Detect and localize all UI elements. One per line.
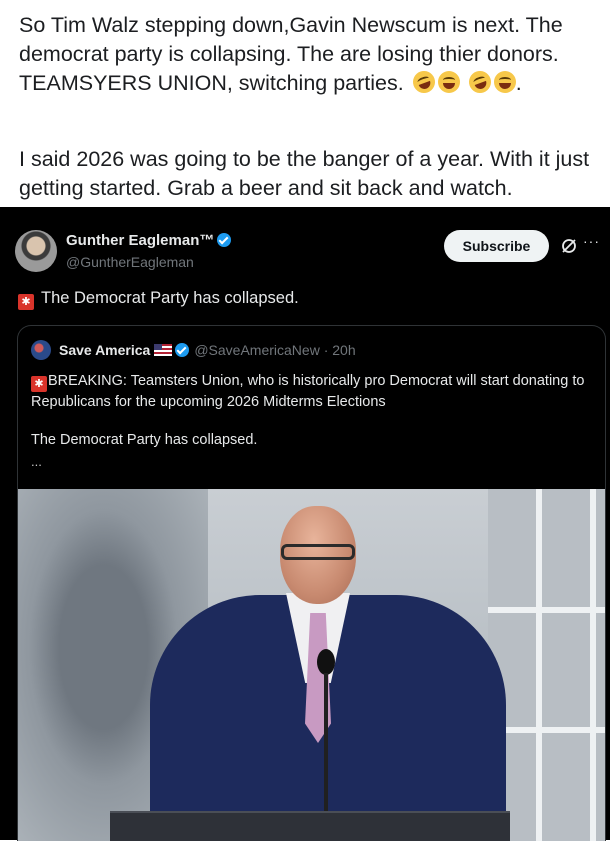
quote-text: ✱ BREAKING: Teamsters Union, who is histo…: [31, 371, 591, 413]
rofl-emoji-icon: [409, 67, 438, 97]
author-name-text: Gunther Eagleman™: [66, 232, 215, 249]
photo-window-bar: [488, 607, 605, 613]
facebook-post: So Tim Walz stepping down,Gavin Newscum …: [0, 0, 610, 207]
quote-text-content: BREAKING: Teamsters Union, who is histor…: [31, 373, 585, 410]
verified-badge-icon: [175, 343, 190, 357]
quote-author-avatar[interactable]: [31, 340, 51, 360]
subscribe-button[interactable]: Subscribe: [444, 230, 549, 262]
quote-author-name[interactable]: Save America: [59, 342, 150, 358]
tweet-text-content: The Democrat Party has collapsed.: [41, 289, 299, 307]
microphone-icon: [317, 649, 335, 675]
author-name[interactable]: Gunther Eagleman™: [66, 232, 232, 249]
us-flag-icon: [154, 344, 173, 356]
rotating-light-icon: ✱: [31, 376, 47, 392]
post-text-1-tail: .: [515, 71, 522, 95]
tweet-text: ✱ The Democrat Party has collapsed.: [18, 289, 299, 310]
speaker-glasses: [281, 544, 355, 560]
quote-author-handle[interactable]: @SaveAmericaNew · 20h: [194, 342, 355, 358]
verified-badge-icon: [217, 233, 232, 247]
tears-of-joy-emoji-icon: [437, 71, 460, 93]
tweet-screenshot: Gunther Eagleman™ @GuntherEagleman Subsc…: [0, 207, 610, 841]
quote-author-line: Save America @SaveAmericaNew · 20h: [59, 342, 356, 358]
tears-of-joy-emoji-icon: [493, 71, 516, 93]
microphone-stand: [324, 673, 328, 813]
rofl-emoji-icon: [465, 67, 494, 97]
quote-photo[interactable]: [18, 489, 605, 841]
post-paragraph-1: So Tim Walz stepping down,Gavin Newscum …: [19, 11, 599, 98]
rotating-light-icon: ✱: [18, 294, 34, 310]
author-avatar[interactable]: [15, 230, 57, 272]
quoted-tweet[interactable]: Save America @SaveAmericaNew · 20h ✱ BREAK…: [17, 325, 606, 841]
more-options-icon[interactable]: ···: [583, 233, 600, 249]
post-paragraph-2: I said 2026 was going to be the banger o…: [19, 147, 590, 200]
grok-icon[interactable]: [561, 238, 577, 254]
podium: [110, 811, 510, 841]
quote-ellipsis: ...: [31, 454, 42, 469]
author-handle[interactable]: @GuntherEagleman: [66, 254, 194, 270]
quote-text-2: The Democrat Party has collapsed.: [31, 432, 258, 448]
